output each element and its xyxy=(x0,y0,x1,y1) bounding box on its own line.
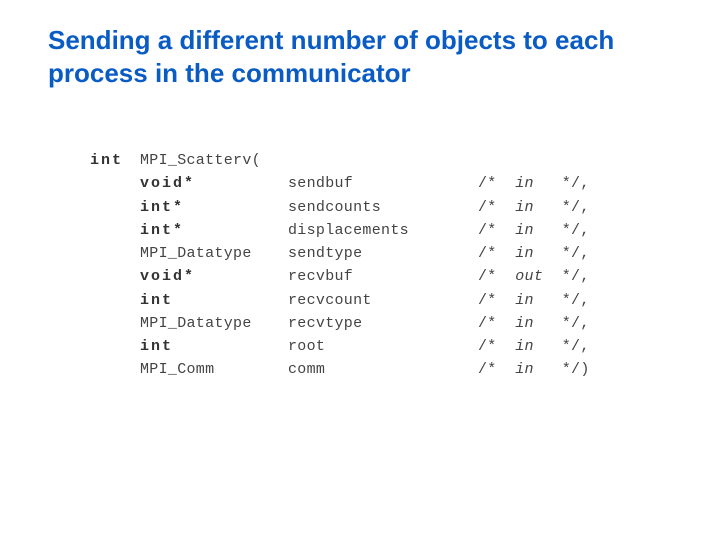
param-name: recvbuf xyxy=(288,265,478,288)
param-comment: /* out */, xyxy=(478,265,590,288)
param-row: MPI_Datatyperecvtype/* in */, xyxy=(90,312,684,335)
slide: Sending a different number of objects to… xyxy=(0,0,720,540)
param-type: MPI_Datatype xyxy=(140,242,288,265)
param-type: int* xyxy=(140,219,288,242)
function-signature: intMPI_Scatterv( void*sendbuf/* in */,in… xyxy=(90,149,684,382)
param-comment: /* in */, xyxy=(478,196,590,219)
param-name: root xyxy=(288,335,478,358)
param-name: displacements xyxy=(288,219,478,242)
param-type: MPI_Datatype xyxy=(140,312,288,335)
signature-header: intMPI_Scatterv( xyxy=(90,149,684,172)
param-comment: /* in */, xyxy=(478,289,590,312)
param-comment: /* in */, xyxy=(478,242,590,265)
param-row: MPI_Datatypesendtype/* in */, xyxy=(90,242,684,265)
param-row: introot/* in */, xyxy=(90,335,684,358)
return-type: int xyxy=(90,149,140,172)
param-type: void* xyxy=(140,265,288,288)
param-comment: /* in */, xyxy=(478,312,590,335)
param-name: comm xyxy=(288,358,478,381)
param-name: recvcount xyxy=(288,289,478,312)
param-type: int xyxy=(140,289,288,312)
param-name: sendcounts xyxy=(288,196,478,219)
param-row: void*sendbuf/* in */, xyxy=(90,172,684,195)
slide-title: Sending a different number of objects to… xyxy=(48,24,648,89)
param-row: int*displacements/* in */, xyxy=(90,219,684,242)
param-name: sendtype xyxy=(288,242,478,265)
function-name: MPI_Scatterv( xyxy=(140,152,261,169)
param-type: int xyxy=(140,335,288,358)
param-row: int*sendcounts/* in */, xyxy=(90,196,684,219)
param-type: int* xyxy=(140,196,288,219)
param-row: intrecvcount/* in */, xyxy=(90,289,684,312)
param-comment: /* in */, xyxy=(478,335,590,358)
param-row: void*recvbuf/* out */, xyxy=(90,265,684,288)
param-comment: /* in */, xyxy=(478,172,590,195)
param-comment: /* in */) xyxy=(478,358,590,381)
param-type: MPI_Comm xyxy=(140,358,288,381)
param-comment: /* in */, xyxy=(478,219,590,242)
param-row: MPI_Commcomm/* in */) xyxy=(90,358,684,381)
param-type: void* xyxy=(140,172,288,195)
param-name: recvtype xyxy=(288,312,478,335)
param-name: sendbuf xyxy=(288,172,478,195)
